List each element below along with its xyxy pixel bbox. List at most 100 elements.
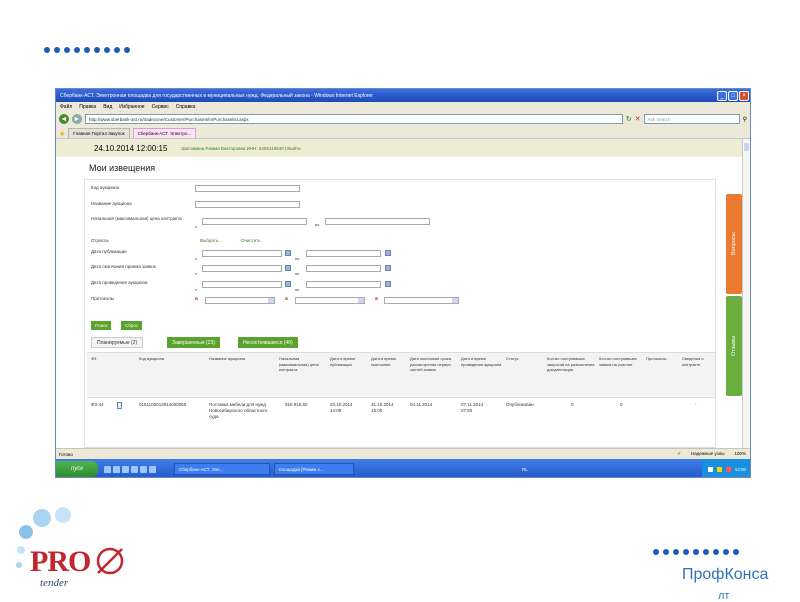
- quick-launch-icon[interactable]: [113, 465, 120, 473]
- quick-launch: [104, 465, 156, 473]
- side-tab-questions[interactable]: Вопросы: [726, 194, 742, 294]
- quick-launch-icon[interactable]: [131, 465, 138, 473]
- status-zoom[interactable]: 100%: [734, 451, 746, 457]
- stop-icon[interactable]: ✕: [635, 115, 641, 123]
- taskbar-item-ppt[interactable]: площадка [Режим с...: [274, 463, 354, 475]
- menu-edit[interactable]: Правка: [79, 104, 96, 110]
- reset-button[interactable]: Сброс: [121, 321, 143, 330]
- status-zone: Надежные узлы: [691, 451, 725, 456]
- tray-icon[interactable]: [725, 466, 731, 472]
- cell-auction: 07.11.2014 07:50: [461, 402, 484, 413]
- search-icon[interactable]: ⚲: [743, 116, 747, 123]
- deadline-to-input[interactable]: [306, 265, 381, 272]
- menu-view[interactable]: Вид: [103, 104, 112, 110]
- clear-industry-link[interactable]: Очистить: [241, 238, 261, 243]
- tab-failed[interactable]: Несостоявшиеся (40): [238, 337, 298, 348]
- auction-from-input[interactable]: [202, 281, 282, 288]
- protocol-select-2[interactable]: [295, 297, 365, 304]
- menu-tools[interactable]: Сервис: [152, 104, 169, 110]
- search-panel: Код аукциона Название аукциона Начальная…: [84, 179, 716, 448]
- deadline-from-input[interactable]: [202, 265, 282, 272]
- tray-icon[interactable]: [707, 466, 713, 472]
- protocol-select-1[interactable]: [205, 297, 275, 304]
- side-tab-reviews-label: Отзывы: [731, 335, 737, 357]
- tray-icon[interactable]: [716, 466, 722, 472]
- quick-launch-icon[interactable]: [149, 465, 156, 473]
- protocol-icon: a: [285, 296, 288, 302]
- tab-sberbank[interactable]: Сбербанк-АСТ. Электро...: [132, 128, 197, 138]
- cell-applications: 0: [620, 402, 623, 407]
- protender-logo: PRO tender: [12, 505, 162, 590]
- price-from-input[interactable]: [202, 218, 307, 225]
- calendar-icon[interactable]: [285, 265, 291, 271]
- column-header: Название аукциона: [209, 356, 246, 361]
- window-title: Сбербанк-АСТ. Электронная площадка для г…: [60, 92, 373, 99]
- browser-window: Сбербанк-АСТ. Электронная площадка для г…: [55, 88, 751, 478]
- zone-check-icon: ✔: [677, 451, 682, 456]
- address-bar[interactable]: http://www.sberbank-ast.ru/tradezone/Cus…: [85, 114, 623, 124]
- protocol-select-3[interactable]: [384, 297, 459, 304]
- menu-favorites[interactable]: Избранное: [119, 104, 144, 110]
- brand-name: ПрофКонса: [682, 566, 769, 583]
- quick-launch-icon[interactable]: [140, 465, 147, 473]
- taskbar-item-browser[interactable]: Сбербанк-АСТ. Эле...: [174, 463, 270, 475]
- maximize-button[interactable]: □: [728, 90, 738, 101]
- side-tab-reviews[interactable]: Отзывы: [726, 296, 742, 396]
- minimize-button[interactable]: _: [717, 90, 727, 101]
- decorative-dots-top: [44, 47, 130, 53]
- calendar-icon[interactable]: [385, 281, 391, 287]
- cell-review: 04.11.2014: [410, 402, 433, 407]
- select-industry-link[interactable]: Выбрать...: [200, 238, 222, 243]
- site-header: 24.10.2014 12:00:15 Шатовкина Римма Викт…: [56, 139, 744, 157]
- start-button[interactable]: пуск: [56, 461, 98, 477]
- user-info[interactable]: Шатовкина Римма Викторовна ИНН: 54061188…: [181, 146, 300, 151]
- publish-to-input[interactable]: [306, 250, 381, 257]
- tab-planned[interactable]: Планируемые (2): [91, 337, 144, 348]
- label-publish: Дата публикации: [91, 249, 127, 254]
- column-header: Сведения о контракте: [682, 356, 704, 367]
- price-to-input[interactable]: [325, 218, 430, 225]
- tab-portal[interactable]: Главная Портал Закупок: [68, 128, 130, 138]
- address-row: ◄ ► http://www.sberbank-ast.ru/tradezone…: [56, 112, 750, 126]
- search-button[interactable]: Поиск: [91, 321, 112, 330]
- code-input[interactable]: [195, 185, 300, 192]
- cell-price: 516 916.50: [285, 402, 308, 407]
- system-tray: 13:00: [701, 459, 750, 477]
- calendar-icon[interactable]: [385, 265, 391, 271]
- back-icon[interactable]: ◄: [59, 114, 69, 124]
- browser-tabs: ★ Главная Портал Закупок Сбербанк-АСТ. Э…: [56, 126, 750, 139]
- column-header: ФЗ: [91, 356, 97, 361]
- search-input[interactable]: Ask Search: [643, 114, 740, 124]
- auction-to-input[interactable]: [306, 281, 381, 288]
- calendar-icon[interactable]: [285, 281, 291, 287]
- scrollbar-thumb[interactable]: [744, 143, 749, 151]
- logo-subtext: tender: [40, 577, 69, 589]
- page-title: Мои извещения: [89, 163, 156, 173]
- status-bar: Готово ✔ Надежные узлы 100%: [56, 448, 750, 459]
- column-header: Дата и время публикации: [330, 356, 355, 367]
- protocol-icon: a: [195, 296, 198, 302]
- quick-launch-icon[interactable]: [104, 465, 111, 473]
- publish-from-input[interactable]: [202, 250, 282, 257]
- quick-launch-icon[interactable]: [122, 465, 129, 473]
- table-row[interactable]: ФЗ-44 0151100014914000055 Поставка мебел…: [87, 400, 715, 448]
- menu-help[interactable]: Справка: [176, 104, 196, 110]
- cell-requests: 0: [571, 402, 574, 407]
- close-button[interactable]: ×: [739, 90, 749, 101]
- language-indicator[interactable]: RL: [522, 467, 534, 472]
- forward-icon[interactable]: ►: [72, 114, 82, 124]
- name-input[interactable]: [195, 201, 300, 208]
- column-header: Кол-во поступивших запросов на разъяснен…: [547, 356, 595, 372]
- column-header: Дата и время окончания: [371, 356, 396, 367]
- calendar-icon[interactable]: [285, 250, 291, 256]
- logo-text: PRO: [30, 545, 91, 578]
- document-icon[interactable]: [117, 402, 122, 409]
- cell-code[interactable]: 0151100014914000055: [139, 402, 186, 408]
- protocol-icon: a: [375, 296, 378, 302]
- calendar-icon[interactable]: [385, 250, 391, 256]
- page-scrollbar[interactable]: [742, 139, 750, 448]
- menu-file[interactable]: Файл: [60, 104, 72, 110]
- favorites-star-icon[interactable]: ★: [59, 130, 65, 138]
- tab-completed[interactable]: Завершенные (23): [167, 337, 220, 348]
- refresh-icon[interactable]: ↻: [626, 115, 632, 123]
